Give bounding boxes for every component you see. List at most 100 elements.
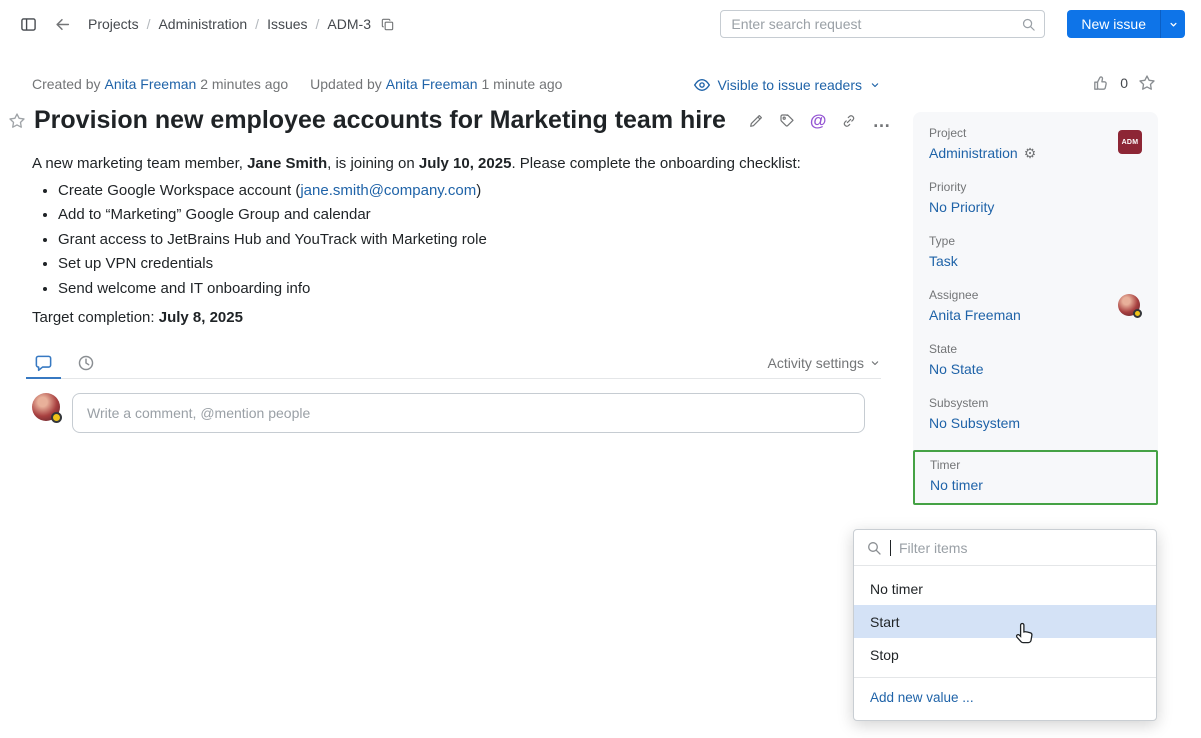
top-bar: Projects / Administration / Issues / ADM… (0, 0, 1201, 48)
clock-history-icon (77, 354, 95, 372)
copy-id-icon[interactable] (379, 15, 397, 33)
created-user-link[interactable]: Anita Freeman (104, 76, 196, 92)
field-project-value[interactable]: Administration ⚙ (929, 145, 1142, 161)
field-subsystem-value[interactable]: No Subsystem (929, 415, 1142, 431)
breadcrumb-issues[interactable]: Issues (267, 16, 307, 32)
comment-field[interactable] (72, 393, 865, 433)
edit-pencil-icon[interactable] (748, 113, 764, 129)
issue-meta-text: Created byAnita Freeman 2 minutes ago Up… (32, 76, 566, 92)
search-icon (1021, 17, 1036, 32)
page-title: Provision new employee accounts for Mark… (34, 106, 726, 135)
field-timer: Timer No timer (913, 450, 1158, 505)
dropdown-item-stop[interactable]: Stop (854, 638, 1156, 671)
field-type-value[interactable]: Task (929, 253, 1142, 269)
new-issue-button[interactable]: New issue (1067, 10, 1160, 38)
search-icon (866, 540, 882, 556)
search-input[interactable] (731, 16, 1021, 32)
votes-count: 0 (1120, 75, 1128, 91)
tag-icon[interactable] (779, 113, 795, 129)
field-project: Project Administration ⚙ ADM (929, 126, 1142, 161)
gear-icon[interactable]: ⚙ (1024, 146, 1037, 160)
list-item: Add to “Marketing” Google Group and cale… (58, 203, 872, 228)
activity-tabs: Activity settings (32, 348, 881, 379)
field-label: Assignee (929, 288, 1142, 302)
field-state: State No State (929, 342, 1142, 377)
thumbs-up-icon[interactable] (1092, 74, 1110, 92)
issue-fields-panel: Project Administration ⚙ ADM Priority No… (913, 112, 1158, 505)
dropdown-item-no-timer[interactable]: No timer (854, 572, 1156, 605)
breadcrumb-projects[interactable]: Projects (88, 16, 139, 32)
field-state-value[interactable]: No State (929, 361, 1142, 377)
title-actions: @ … (748, 113, 891, 129)
activity-settings-label: Activity settings (768, 355, 864, 371)
comment-input[interactable] (87, 405, 850, 421)
field-assignee-value[interactable]: Anita Freeman (929, 307, 1142, 323)
filter-items-input[interactable] (899, 540, 1144, 556)
list-item: Set up VPN credentials (58, 252, 872, 277)
list-item: Grant access to JetBrains Hub and YouTra… (58, 228, 872, 253)
text-caret (890, 540, 891, 556)
breadcrumb-administration[interactable]: Administration (158, 16, 247, 32)
eye-icon (693, 76, 711, 94)
target-completion: Target completion: July 8, 2025 (32, 306, 872, 331)
avatar-badge (51, 412, 62, 423)
avatar (32, 393, 60, 421)
field-priority-value[interactable]: No Priority (929, 199, 1142, 215)
email-link[interactable]: jane.smith@company.com (300, 182, 476, 199)
field-label: Subsystem (929, 396, 1142, 410)
star-vote-icon[interactable] (1138, 74, 1156, 92)
breadcrumb-separator: / (316, 16, 320, 32)
breadcrumb-separator: / (147, 16, 151, 32)
assignee-avatar (1118, 294, 1140, 316)
dropdown-footer: Add new value ... (854, 677, 1156, 720)
updated-meta: Updated byAnita Freeman 1 minute ago (310, 76, 566, 92)
onboarding-checklist: Create Google Workspace account (jane.sm… (32, 179, 872, 302)
comment-bubble-icon (34, 354, 53, 373)
breadcrumb-separator: / (255, 16, 259, 32)
mention-icon[interactable]: @ (810, 113, 827, 129)
field-type: Type Task (929, 234, 1142, 269)
new-issue-split-button: New issue (1067, 10, 1185, 38)
more-actions-icon[interactable]: … (872, 116, 890, 126)
activity-settings-button[interactable]: Activity settings (768, 355, 881, 371)
dropdown-filter-row[interactable] (854, 530, 1156, 566)
timer-dropdown: No timer Start Stop Add new value ... (853, 529, 1157, 721)
list-item: Create Google Workspace account (jane.sm… (58, 179, 872, 204)
field-assignee: Assignee Anita Freeman (929, 288, 1142, 323)
add-new-value-link[interactable]: Add new value ... (870, 690, 974, 705)
issue-meta-row: Created byAnita Freeman 2 minutes ago Up… (0, 76, 1201, 96)
tab-history[interactable] (75, 348, 97, 378)
comment-row (32, 393, 865, 433)
description-intro: A new marketing team member, Jane Smith,… (32, 152, 872, 177)
created-meta: Created byAnita Freeman 2 minutes ago (32, 76, 292, 92)
field-timer-value[interactable]: No timer (930, 477, 1141, 493)
breadcrumb: Projects / Administration / Issues / ADM… (88, 15, 397, 33)
list-item: Send welcome and IT onboarding info (58, 277, 872, 302)
field-label: Type (929, 234, 1142, 248)
field-subsystem: Subsystem No Subsystem (929, 396, 1142, 431)
tab-comments[interactable] (32, 348, 55, 378)
new-issue-dropdown-button[interactable] (1160, 10, 1185, 38)
dropdown-list: No timer Start Stop (854, 566, 1156, 677)
avatar-badge (1133, 309, 1142, 318)
title-row: Provision new employee accounts for Mark… (8, 106, 888, 135)
link-icon[interactable] (841, 113, 857, 129)
reactions-group: 0 (1092, 74, 1156, 92)
project-avatar[interactable]: ADM (1118, 130, 1142, 154)
chevron-down-icon (869, 79, 881, 91)
breadcrumb-issue-id[interactable]: ADM-3 (327, 16, 371, 32)
field-label: Timer (930, 458, 1141, 472)
field-label: State (929, 342, 1142, 356)
sidebar-toggle-icon[interactable] (16, 12, 40, 36)
field-label: Priority (929, 180, 1142, 194)
field-label: Project (929, 126, 1142, 140)
back-arrow-icon[interactable] (50, 12, 74, 36)
field-priority: Priority No Priority (929, 180, 1142, 215)
issue-description: A new marketing team member, Jane Smith,… (32, 152, 872, 331)
search-box[interactable] (720, 10, 1045, 38)
star-issue-icon[interactable] (8, 112, 26, 130)
dropdown-item-start[interactable]: Start (854, 605, 1156, 638)
chevron-down-icon (869, 357, 881, 369)
updated-user-link[interactable]: Anita Freeman (386, 76, 478, 92)
visibility-selector[interactable]: Visible to issue readers (693, 76, 881, 94)
